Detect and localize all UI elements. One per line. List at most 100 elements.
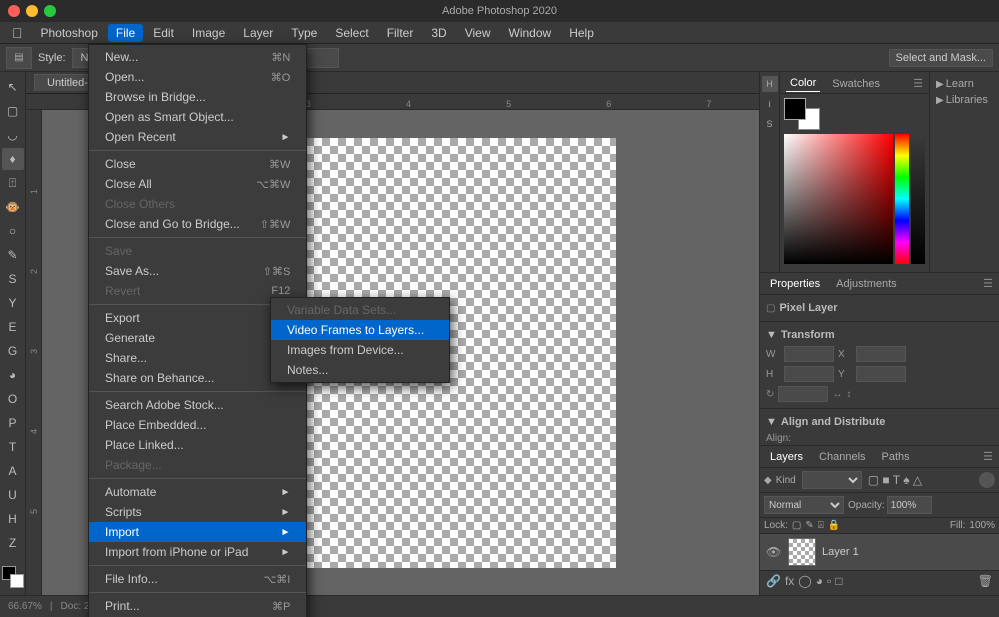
color-hue-spectrum[interactable] bbox=[895, 134, 909, 264]
menu-window[interactable]: Window bbox=[501, 24, 560, 42]
layers-menu-icon[interactable]: ☰ bbox=[983, 450, 993, 463]
color-fg-bg bbox=[784, 98, 925, 130]
select-mask-button[interactable]: Select and Mask... bbox=[889, 49, 994, 67]
y-input[interactable] bbox=[856, 366, 906, 382]
canvas-container[interactable] bbox=[42, 110, 759, 595]
layers-filter-row: ◆ Kind ▢ ■ T ♠ △ bbox=[760, 468, 999, 493]
tab-adjustments[interactable]: Adjustments bbox=[832, 276, 901, 292]
text-tool[interactable]: T bbox=[2, 436, 24, 458]
pen-tool[interactable]: P bbox=[2, 412, 24, 434]
gradient-tool[interactable]: G bbox=[2, 340, 24, 362]
tab-swatches[interactable]: Swatches bbox=[828, 76, 884, 92]
path-selection-tool[interactable]: A bbox=[2, 460, 24, 482]
tab-channels[interactable]: Channels bbox=[815, 449, 869, 465]
lock-all-icon[interactable]: 🔒 bbox=[828, 520, 840, 531]
panel-menu-icon[interactable]: ☰ bbox=[913, 77, 923, 90]
filter-toggle[interactable] bbox=[979, 472, 995, 488]
menu-image[interactable]: Image bbox=[184, 24, 233, 42]
histogram-icon[interactable]: H bbox=[762, 76, 778, 92]
main-layout: ↖ ▢ ◡ ♦ ⍐ 🐵 ○ ✎ S Y E G ◕ O P T A U H Z … bbox=[0, 72, 999, 595]
crop-tool[interactable]: ⍐ bbox=[2, 172, 24, 194]
eraser-tool[interactable]: E bbox=[2, 316, 24, 338]
history-brush-tool[interactable]: Y bbox=[2, 292, 24, 314]
canvas-with-vruler: 1 2 3 4 5 bbox=[26, 110, 759, 595]
menu-3d[interactable]: 3D bbox=[423, 24, 454, 42]
hand-tool[interactable]: H bbox=[2, 508, 24, 530]
minimize-button[interactable] bbox=[26, 5, 38, 17]
lock-image-icon[interactable]: ✎ bbox=[805, 520, 813, 531]
height-input[interactable] bbox=[289, 48, 339, 68]
style-select[interactable]: Normal bbox=[72, 48, 138, 68]
align-title: ▼ Align and Distribute bbox=[766, 413, 993, 431]
rotation-input[interactable] bbox=[778, 386, 828, 402]
info-icon[interactable]: i bbox=[762, 96, 778, 112]
width-input[interactable] bbox=[181, 48, 231, 68]
properties-menu-icon[interactable]: ☰ bbox=[983, 277, 993, 290]
fg-color-swatch[interactable] bbox=[784, 98, 806, 120]
magic-wand-tool[interactable]: ♦ bbox=[2, 148, 24, 170]
blend-mode-select[interactable]: Normal bbox=[764, 496, 844, 514]
dodge-tool[interactable]: O bbox=[2, 388, 24, 410]
learn-btn[interactable]: ▶ Learn bbox=[934, 76, 976, 92]
menu-layer[interactable]: Layer bbox=[235, 24, 281, 42]
close-button[interactable] bbox=[8, 5, 20, 17]
color-opacity-spectrum[interactable] bbox=[911, 134, 925, 264]
h-input[interactable] bbox=[784, 366, 834, 382]
foreground-background-colors[interactable] bbox=[2, 566, 24, 588]
ruler-marks-h: 1 2 3 4 5 6 7 bbox=[58, 94, 759, 109]
menu-select[interactable]: Select bbox=[327, 24, 376, 42]
link-layers-icon[interactable]: 🔗 bbox=[766, 574, 781, 588]
document-tabs: Untitled-1 @ bbox=[26, 72, 759, 94]
zoom-tool[interactable]: Z bbox=[2, 532, 24, 554]
delete-layer-icon[interactable]: 🗑 bbox=[978, 574, 993, 588]
options-bar: ▤ Style: Normal Width: ↕ Height: Select … bbox=[0, 44, 999, 72]
new-layer-icon[interactable]: □ bbox=[835, 574, 842, 588]
menu-photoshop[interactable]: Photoshop bbox=[33, 24, 106, 42]
tab-layers[interactable]: Layers bbox=[766, 449, 807, 465]
tab-properties[interactable]: Properties bbox=[766, 276, 824, 292]
marquee-tool[interactable]: ▢ bbox=[2, 100, 24, 122]
clone-stamp-tool[interactable]: S bbox=[2, 268, 24, 290]
move-tool[interactable]: ↖ bbox=[2, 76, 24, 98]
swatches-small-icon[interactable]: S bbox=[762, 116, 778, 132]
w-input[interactable] bbox=[784, 346, 834, 362]
new-group-icon[interactable]: ▫ bbox=[827, 574, 831, 588]
flip-h-icon[interactable]: ↔ bbox=[832, 389, 842, 400]
document-tab[interactable]: Untitled-1 @ bbox=[34, 74, 121, 91]
align-sublabel: Align: bbox=[766, 433, 791, 444]
menu-filter[interactable]: Filter bbox=[379, 24, 422, 42]
fg-bg-swatches[interactable] bbox=[784, 98, 820, 130]
brush-tool[interactable]: ✎ bbox=[2, 244, 24, 266]
tab-paths[interactable]: Paths bbox=[878, 449, 914, 465]
kind-select[interactable] bbox=[802, 471, 862, 489]
layer-visibility-icon[interactable]: 👁 bbox=[766, 545, 782, 559]
add-mask-icon[interactable]: ◯ bbox=[798, 574, 811, 588]
right-panel: H i S Color Swatches ☰ bbox=[759, 72, 999, 595]
lasso-tool[interactable]: ◡ bbox=[2, 124, 24, 146]
menu-help[interactable]: Help bbox=[561, 24, 602, 42]
menu-type[interactable]: Type bbox=[283, 24, 325, 42]
menu-edit[interactable]: Edit bbox=[145, 24, 182, 42]
fullscreen-button[interactable] bbox=[44, 5, 56, 17]
lock-position-icon[interactable]: ⍓ bbox=[818, 520, 824, 531]
add-style-icon[interactable]: fx bbox=[785, 574, 794, 588]
status-bar: 66.67% | Doc: 2.86M/0 bytes ► bbox=[0, 595, 999, 617]
menu-view[interactable]: View bbox=[457, 24, 499, 42]
shape-tool[interactable]: U bbox=[2, 484, 24, 506]
lock-transparent-icon[interactable]: ▢ bbox=[792, 520, 801, 531]
color-gradient-area[interactable] bbox=[784, 134, 893, 264]
blur-tool[interactable]: ◕ bbox=[2, 364, 24, 386]
opacity-input[interactable] bbox=[887, 496, 932, 514]
new-adjustment-icon[interactable]: ◕ bbox=[816, 574, 823, 588]
eyedropper-tool[interactable]: 🐵 bbox=[2, 196, 24, 218]
info-arrow[interactable]: ► bbox=[155, 602, 164, 612]
layer-row[interactable]: 👁 Layer 1 bbox=[760, 534, 999, 570]
flip-v-icon[interactable]: ↕ bbox=[846, 389, 851, 400]
status-divider: | bbox=[50, 601, 53, 612]
healing-brush-tool[interactable]: ○ bbox=[2, 220, 24, 242]
libraries-btn[interactable]: ▶ Libraries bbox=[934, 92, 990, 108]
x-input[interactable] bbox=[856, 346, 906, 362]
apple-menu[interactable]:  bbox=[4, 25, 31, 41]
tab-color[interactable]: Color bbox=[786, 75, 820, 92]
menu-file[interactable]: File bbox=[108, 24, 143, 42]
